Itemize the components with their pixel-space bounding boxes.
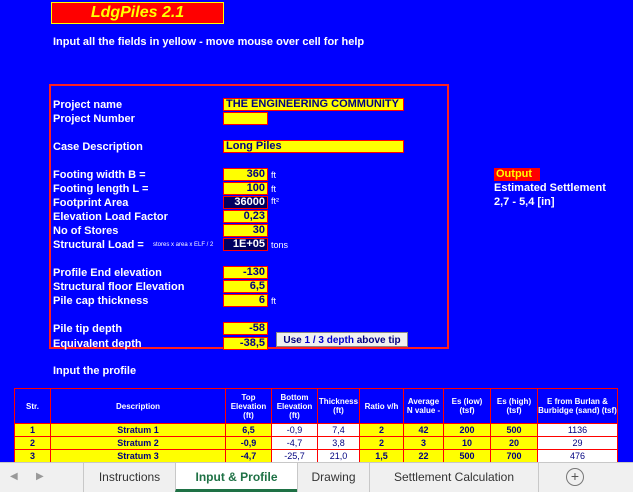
case-description-input[interactable]: Long Piles [223,140,404,153]
scroll-right-icon[interactable]: ▶ [36,471,44,482]
cell[interactable]: 3 [14,449,51,463]
structural-load-formula: stores x area x ELF / 2 [153,242,214,248]
cell[interactable]: Stratum 2 [50,436,226,450]
scroll-left-icon[interactable]: ◀ [10,471,18,482]
footing-length-unit: ft [271,184,277,194]
cell[interactable]: 1,5 [359,449,404,463]
output-header: Output [494,168,540,181]
cell[interactable]: 2 [359,436,404,450]
profile-section-label: Input the profile [53,365,137,377]
structural-load-label: Structural Load = [53,239,144,251]
cell: 29 [537,436,618,450]
elevation-load-factor-input[interactable]: 0,23 [223,210,268,223]
cell[interactable]: 42 [403,423,444,437]
cell[interactable]: 3 [403,436,444,450]
cell[interactable]: 10 [443,436,491,450]
col-header: Description [50,388,226,424]
use-one-third-depth-button[interactable]: Use 1 / 3 depth above tip [276,332,408,347]
equivalent-depth-label: Equivalent depth [53,338,142,350]
col-header: Top Elevation (ft) [225,388,272,424]
output-panel: Output Estimated Settlement 2,7 - 5,4 [i… [494,168,619,210]
footing-width-label: Footing width B = [53,169,146,181]
add-sheet-icon[interactable]: + [566,468,584,486]
col-header: Average N value - [403,388,444,424]
cell: 21,0 [317,449,360,463]
footing-length-label: Footing length L = [53,183,149,195]
cell: 1136 [537,423,618,437]
col-header: Bottom Elevation (ft) [271,388,318,424]
pile-cap-thickness-label: Pile cap thickness [53,295,149,307]
no-of-stores-input[interactable]: 30 [223,224,268,237]
structural-floor-elevation-label: Structural floor Elevation [53,281,185,293]
footing-width-unit: ft [271,170,277,180]
cell: 476 [537,449,618,463]
cell[interactable]: 20 [490,436,538,450]
structural-floor-elevation-input[interactable]: 6,5 [223,280,268,293]
col-header: Ratio v/h [359,388,404,424]
pile-cap-thickness-input[interactable]: 6 [223,294,268,307]
tab-input-profile[interactable]: Input & Profile [175,463,297,492]
cell[interactable]: 1 [14,423,51,437]
instruction-text: Input all the fields in yellow - move mo… [53,36,365,48]
profile-table: Str. Description Top Elevation (ft) Bott… [14,388,618,463]
cell[interactable]: 500 [490,423,538,437]
elevation-load-factor-label: Elevation Load Factor [53,211,168,223]
cell[interactable]: 2 [359,423,404,437]
app-title: LdgPiles 2.1 [51,2,224,24]
col-header: Es (low) (tsf) [443,388,491,424]
project-number-label: Project Number [53,113,135,125]
project-name-label: Project name [53,99,123,111]
col-header: Es (high) (tsf) [490,388,538,424]
project-name-input[interactable]: THE ENGINEERING COMMUNITY [223,98,404,111]
cell: -4,7 [271,436,318,450]
cell: 7,4 [317,423,360,437]
equivalent-depth-input[interactable]: -38,5 [223,337,268,350]
case-description-label: Case Description [53,141,143,153]
footing-width-input[interactable]: 360 [223,168,268,181]
cell[interactable]: Stratum 1 [50,423,226,437]
tab-settlement-calculation[interactable]: Settlement Calculation [369,463,539,492]
pile-tip-depth-input[interactable]: -58 [223,322,268,335]
structural-load-unit: tons [271,240,289,250]
cell[interactable]: 200 [443,423,491,437]
cell[interactable]: -0,9 [225,436,272,450]
footprint-area-label: Footprint Area [53,197,129,209]
cell[interactable]: 700 [490,449,538,463]
col-header: Thickness (ft) [317,388,360,424]
footing-length-input[interactable]: 100 [223,182,268,195]
col-header: E from Burlan & Burbidge (sand) (tsf) [537,388,618,424]
cell[interactable]: -4,7 [225,449,272,463]
cell[interactable]: 22 [403,449,444,463]
tab-instructions[interactable]: Instructions [83,463,175,492]
profile-end-elevation-label: Profile End elevation [53,267,162,279]
footprint-area-value: 36000 [223,196,268,209]
table-row: 2 Stratum 2 -0,9 -4,7 3,8 2 3 10 20 29 [14,436,618,450]
tab-drawing[interactable]: Drawing [297,463,369,492]
structural-load-value: 1E+05 [223,238,268,251]
profile-header-row: Str. Description Top Elevation (ft) Bott… [14,388,618,424]
footprint-area-unit: ft² [271,196,279,206]
sheet-tab-bar: ◀ ▶ Instructions Input & Profile Drawing… [0,462,633,492]
profile-end-elevation-input[interactable]: -130 [223,266,268,279]
cell: -25,7 [271,449,318,463]
table-row: 1 Stratum 1 6,5 -0,9 7,4 2 42 200 500 11… [14,423,618,437]
estimated-settlement-value: 2,7 - 5,4 [in] [494,196,555,208]
col-header: Str. [14,388,51,424]
cell[interactable]: Stratum 3 [50,449,226,463]
pile-tip-depth-label: Pile tip depth [53,323,123,335]
table-row: 3 Stratum 3 -4,7 -25,7 21,0 1,5 22 500 7… [14,449,618,463]
cell: -0,9 [271,423,318,437]
cell[interactable]: 6,5 [225,423,272,437]
no-of-stores-label: No of Stores [53,225,119,237]
cell[interactable]: 2 [14,436,51,450]
cell[interactable]: 500 [443,449,491,463]
pile-cap-thickness-unit: ft [271,296,277,306]
project-number-input[interactable] [223,112,268,125]
estimated-settlement-label: Estimated Settlement [494,182,606,194]
cell: 3,8 [317,436,360,450]
